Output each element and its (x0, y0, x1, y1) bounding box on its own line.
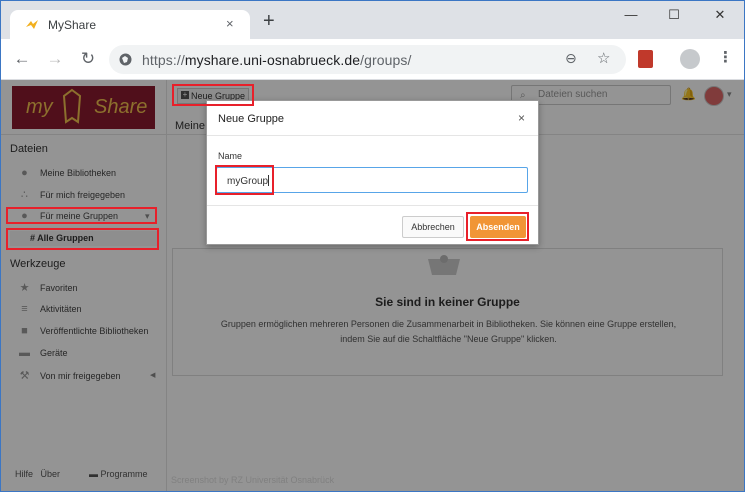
maximize-icon[interactable]: ☐ (659, 5, 689, 25)
bookmark-star-icon[interactable]: ☆ (597, 49, 610, 67)
new-tab-button[interactable]: + (263, 11, 275, 31)
profile-avatar-icon[interactable] (680, 49, 700, 69)
browser-toolbar: ← → ↻ https://myshare.uni-osnabrueck.de/… (1, 39, 744, 80)
dialog-close-icon[interactable]: × (518, 111, 525, 125)
url-text: https://myshare.uni-osnabrueck.de/groups… (142, 52, 411, 68)
tab-title: MyShare (48, 18, 97, 32)
zoom-icon[interactable]: ⊖ (565, 50, 577, 67)
myshare-favicon-icon (26, 20, 38, 29)
url-path: /groups/ (360, 52, 412, 68)
cancel-button[interactable]: Abbrechen (402, 216, 464, 238)
url-scheme: https:// (142, 52, 185, 68)
tab-close-icon[interactable]: × (226, 16, 234, 31)
url-host: myshare.uni-osnabrueck.de (184, 52, 361, 68)
dialog-footer-divider (207, 205, 538, 206)
highlight-name-input (215, 165, 274, 195)
highlight-my-groups (6, 207, 157, 224)
dialog-header-divider (207, 135, 538, 136)
minimize-icon[interactable]: — (616, 5, 646, 25)
window-close-icon[interactable]: ✕ (705, 5, 735, 25)
site-info-icon[interactable] (119, 53, 132, 66)
menu-kebab-icon[interactable]: ⋮ (718, 48, 733, 66)
tab-strip: MyShare × + — ☐ ✕ (1, 1, 744, 40)
address-bar[interactable]: https://myshare.uni-osnabrueck.de/groups… (109, 45, 626, 74)
highlight-all-groups (6, 228, 159, 250)
forward-icon[interactable]: → (45, 49, 65, 69)
name-label: Name (218, 151, 243, 161)
pdf-extension-icon[interactable] (638, 50, 653, 68)
highlight-submit-button (466, 212, 529, 241)
browser-tab[interactable]: MyShare × (10, 10, 250, 40)
back-icon[interactable]: ← (12, 49, 32, 69)
dialog-title: Neue Gruppe (218, 113, 285, 125)
highlight-new-group-button (172, 84, 254, 106)
reload-icon[interactable]: ↻ (78, 49, 98, 69)
